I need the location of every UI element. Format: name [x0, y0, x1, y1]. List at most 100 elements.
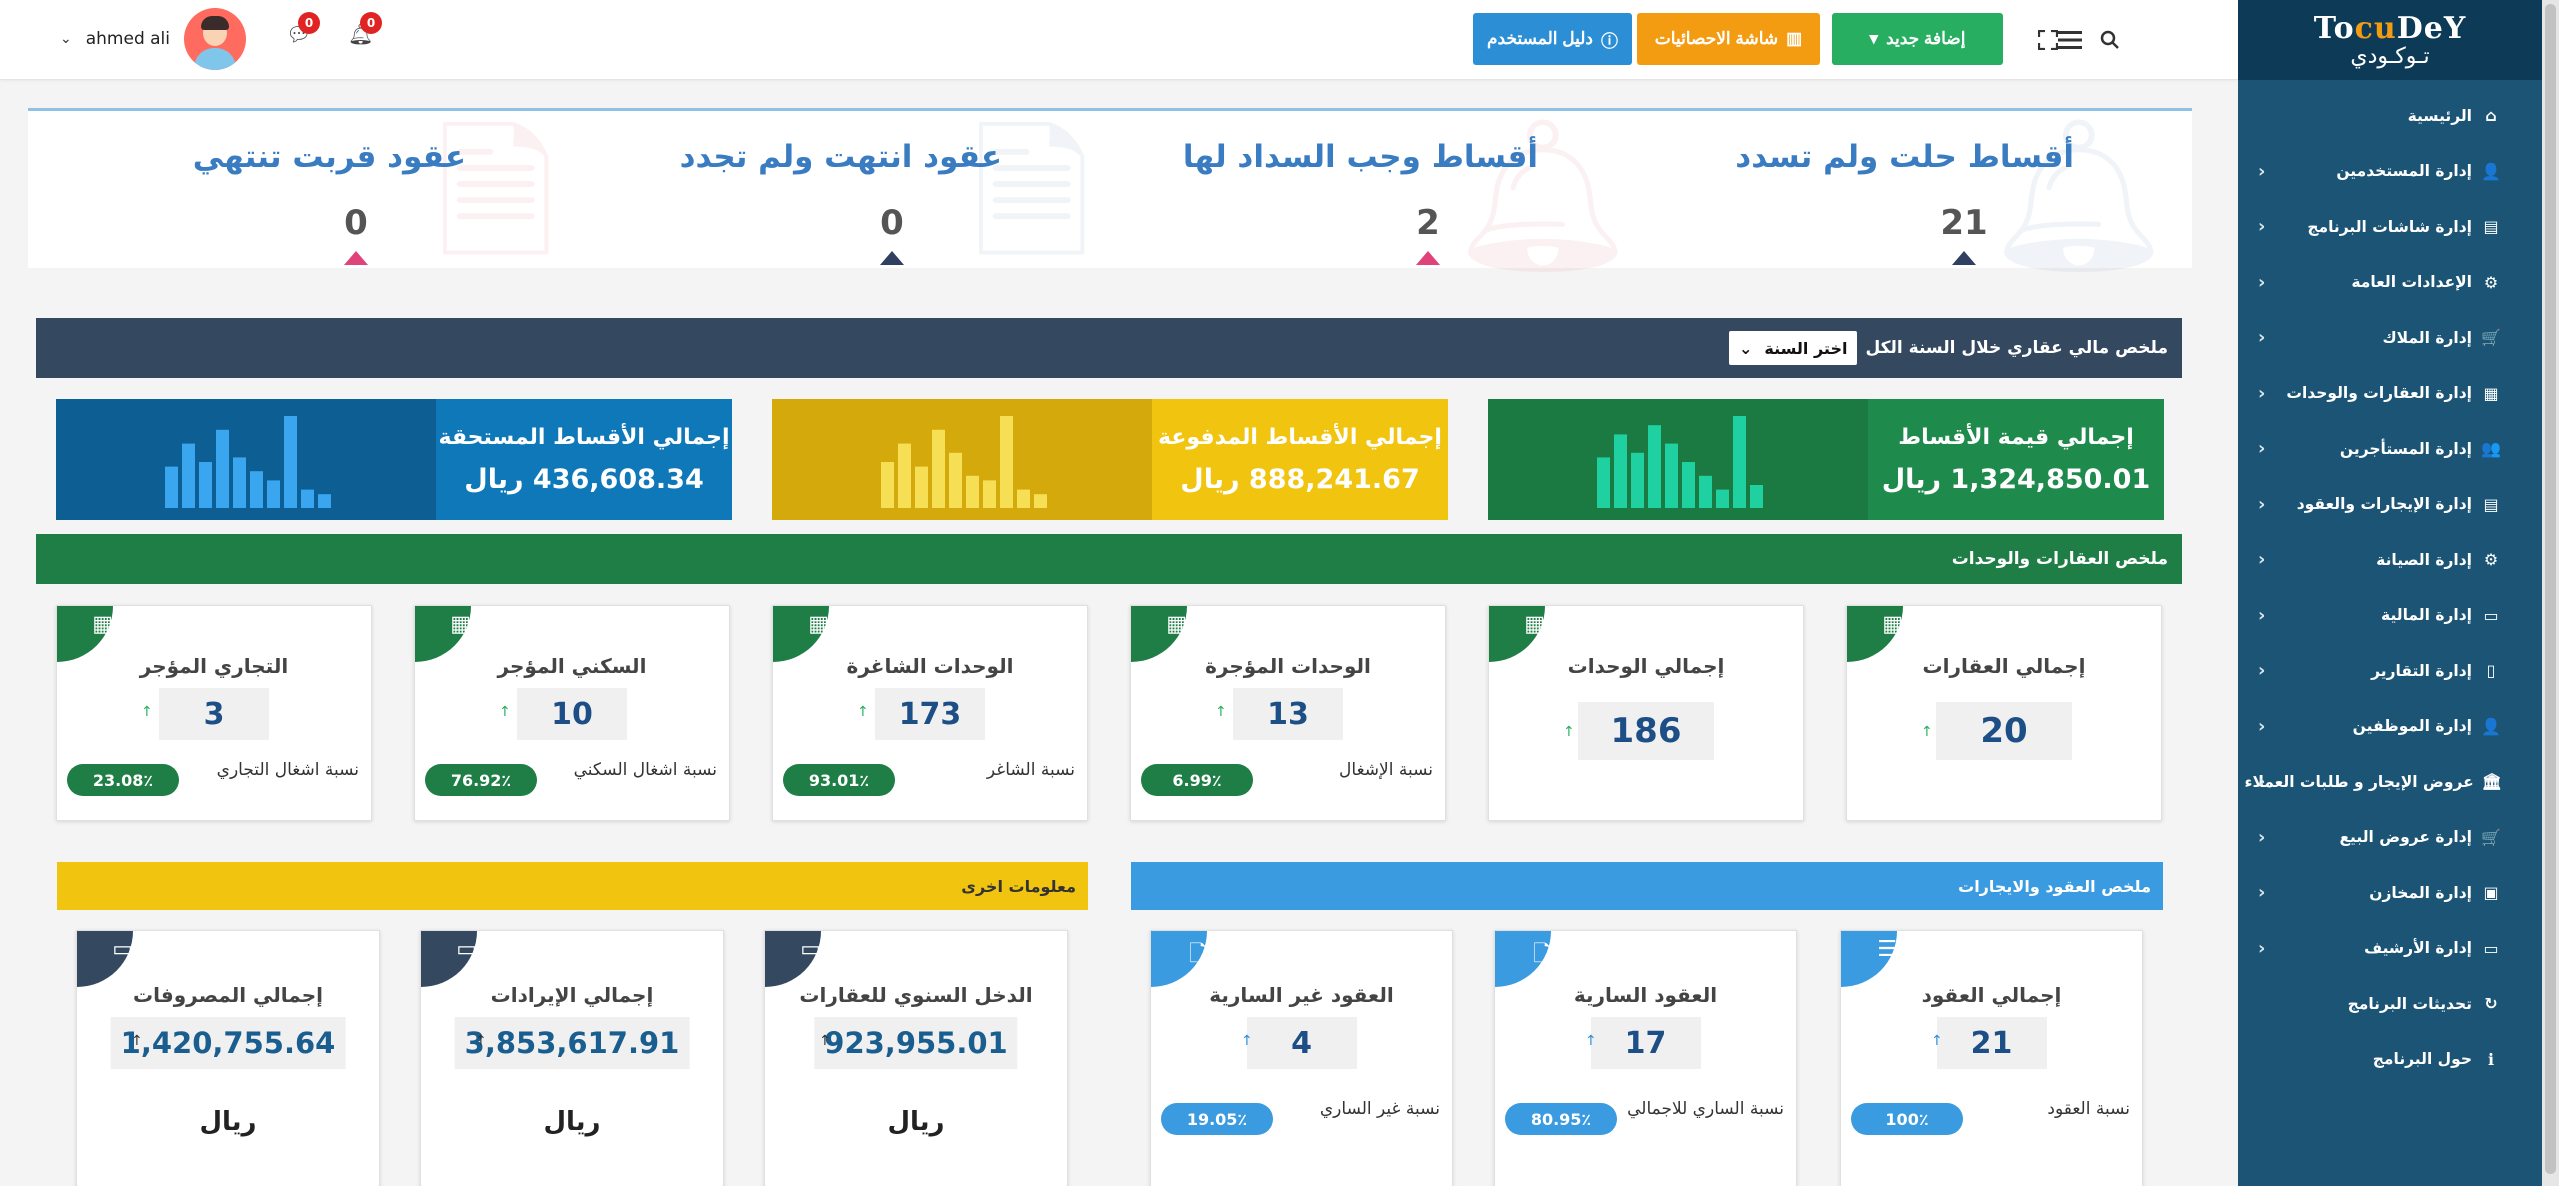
alert-indicator [1416, 251, 1440, 265]
sparkline-bar [1034, 493, 1047, 508]
sidebar-item-8[interactable]: ⚙ إدارة الصيانة ‹ [2238, 532, 2542, 588]
logo[interactable]: TocuDeY تـوكـودي [2238, 0, 2542, 80]
sidebar-item-11[interactable]: 👤 إدارة الموظفين ‹ [2238, 699, 2542, 755]
property-card-1[interactable]: ▦ إجمالي الوحدات 186 ↑ [1488, 605, 1804, 821]
sparkline-bar [1648, 424, 1661, 508]
add-new-button[interactable]: إضافة جديد ▾ [1832, 13, 2003, 65]
avatar[interactable] [184, 8, 247, 70]
alert-count: 0 [344, 203, 368, 243]
notifications-button[interactable]: 🔔︎ 0 [348, 12, 382, 46]
sidebar-item-4[interactable]: 🛒 إدارة الملاك ‹ [2238, 310, 2542, 366]
sparkline-bar [881, 461, 894, 508]
property-card-ratio-label: نسبة اشغال التجاري [216, 760, 359, 780]
alert-card-1[interactable]: 🔔︎ أقساط وجب السداد لها 2 [1112, 111, 1648, 271]
sidebar-item-label: تحديثات البرنامج [2347, 994, 2472, 1013]
financial-card-value: 888,241.67 ريال [1180, 463, 1420, 495]
property-card-title: الوحدات المؤجرة [1205, 654, 1371, 678]
user-menu[interactable]: ⌄ ahmed ali [60, 8, 247, 70]
property-card-ratio-label: نسبة الإشغال [1339, 760, 1433, 780]
property-card-value: 20 [1936, 702, 2072, 760]
money-card-value: 923,955.01 [814, 1017, 1018, 1069]
sparkline-bar [1716, 489, 1729, 508]
bar-chart-icon: ▥ [1786, 29, 1803, 48]
property-card-0[interactable]: ▦ إجمالي العقارات 20 ↑ [1846, 605, 2162, 821]
sidebar-item-2[interactable]: ▤ إدارة شاشات البرنامج ‹ [2238, 199, 2542, 255]
sparkline-bar [216, 429, 229, 508]
property-card-3[interactable]: ▦ الوحدات الشاغرة 173 ↑ نسبة الشاغر 93.01٪ [772, 605, 1088, 821]
alert-count: 21 [1940, 203, 1988, 243]
contract-card-title: العقود غير السارية [1209, 983, 1394, 1007]
money-card-1[interactable]: ▭ إجمالي الإيرادات 3,853,617.91 ↑ ريال [420, 930, 724, 1186]
financial-card-sparkline [56, 399, 436, 520]
report-icon: ▯ [2486, 661, 2496, 681]
contract-card-ratio: 19.05٪ [1161, 1103, 1273, 1135]
chevron-left-icon: ‹ [2258, 327, 2266, 349]
financial-card-1: إجمالي الأقساط المدفوعة 888,241.67 ريال [772, 399, 1448, 520]
sparkline-bar [318, 493, 331, 508]
year-select[interactable]: اختر السنة ⌄ [1728, 331, 1858, 365]
sidebar-item-17[interactable]: ℹ حول البرنامج [2238, 1032, 2542, 1088]
sidebar-item-6[interactable]: 👥 إدارة المستأجرين ‹ [2238, 421, 2542, 477]
chevron-left-icon: ‹ [2258, 882, 2266, 904]
sidebar-item-0[interactable]: ⌂ الرئيسية [2238, 88, 2542, 144]
sidebar-item-15[interactable]: ▭ إدارة الأرشيف ‹ [2238, 921, 2542, 977]
sidebar-item-label: إدارة عروض البيع [2339, 828, 2472, 847]
arrow-up-icon: ↑ [131, 1033, 143, 1049]
financial-summary-header: ملخص مالي عقاري خلال السنة الكل اختر الس… [36, 318, 2182, 378]
chevron-left-icon: ‹ [2258, 493, 2266, 515]
alert-indicator [344, 251, 368, 265]
property-card-2[interactable]: ▦ الوحدات المؤجرة 13 ↑ نسبة الإشغال 6.99٪ [1130, 605, 1446, 821]
sidebar-item-12[interactable]: 🏛 عروض الإيجار و طلبات العملاء ‹ [2238, 754, 2542, 810]
file-icon: 🗋 [1151, 931, 1207, 987]
arrow-up-icon: ↑ [1215, 704, 1227, 720]
sidebar-item-label: إدارة المخازن [2369, 883, 2472, 902]
chevron-left-icon: ‹ [2258, 604, 2266, 626]
sidebar-item-9[interactable]: ▭ إدارة المالية ‹ [2238, 588, 2542, 644]
page-scrollbar[interactable] [2542, 0, 2559, 1186]
sidebar-item-1[interactable]: 👤 إدارة المستخدمين ‹ [2238, 144, 2542, 200]
sparkline-bar [966, 475, 979, 508]
search-icon[interactable] [2092, 22, 2128, 58]
sparkline-bar [1000, 415, 1013, 508]
home-icon: ⌂ [2485, 106, 2497, 126]
money-card-0[interactable]: ▭ الدخل السنوي للعقارات 923,955.01 ↑ ريال [764, 930, 1068, 1186]
users-icon: 👥 [2481, 439, 2501, 459]
sidebar-item-10[interactable]: ▯ إدارة التقارير ‹ [2238, 643, 2542, 699]
chevron-down-icon: ⌄ [60, 31, 72, 47]
contract-card-0[interactable]: ☰ إجمالي العقود 21 ↑ نسبة العقود 100٪ [1840, 930, 2143, 1186]
contract-card-2[interactable]: 🗋 العقود غير السارية 4 ↑ نسبة غير الساري 19.0… [1150, 930, 1453, 1186]
scrollbar-thumb[interactable] [2545, 4, 2556, 1174]
fullscreen-icon-glyph[interactable] [2030, 22, 2066, 58]
financial-card-text: إجمالي قيمة الأقساط 1,324,850.01 ريال [1868, 399, 2164, 520]
sparkline-bar [284, 415, 297, 508]
property-card-ratio: 93.01٪ [783, 764, 895, 796]
sidebar-item-16[interactable]: ↻ تحديثات البرنامج [2238, 976, 2542, 1032]
alert-card-3[interactable]: 🗎 عقود قربت تنتهي 0 [40, 111, 576, 271]
money-card-title: الدخل السنوي للعقارات [799, 983, 1033, 1007]
alert-card-0[interactable]: 🔔︎ أقساط حلت ولم تسدد 21 [1648, 111, 2184, 271]
property-card-4[interactable]: ▦ السكني المؤجر 10 ↑ نسبة اشغال السكني 76.92٪ [414, 605, 730, 821]
sparkline-bar [250, 470, 263, 508]
messages-button[interactable]: 💬︎ 0 [286, 12, 320, 46]
money-card-2[interactable]: ▭ إجمالي المصروفات 1,420,755.64 ↑ ريال [76, 930, 380, 1186]
archive-icon: ▭ [2483, 938, 2499, 958]
arrow-up-icon: ↑ [819, 1033, 831, 1049]
sparkline-bar [182, 443, 195, 508]
year-select-value: اختر السنة [1764, 338, 1848, 358]
contract-card-title: إجمالي العقود [1921, 983, 2062, 1007]
sidebar-item-5[interactable]: ▦ إدارة العقارات والوحدات ‹ [2238, 366, 2542, 422]
user-guide-button[interactable]: ⓘ دليل المستخدم [1473, 13, 1632, 65]
sidebar-item-label: إدارة الأرشيف [2364, 939, 2472, 958]
sidebar-item-3[interactable]: ⚙ الإعدادات العامة ‹ [2238, 255, 2542, 311]
property-card-5[interactable]: ▦ التجاري المؤجر 3 ↑ نسبة اشغال التجاري 23.08… [56, 605, 372, 821]
contract-card-1[interactable]: 🗋 العقود السارية 17 ↑ نسبة الساري للاجمالي 80… [1494, 930, 1797, 1186]
alert-card-2[interactable]: 🗎 عقود انتهت ولم تجدد 0 [576, 111, 1112, 271]
sidebar-item-14[interactable]: ▣ إدارة المخازن ‹ [2238, 865, 2542, 921]
statistics-screen-button[interactable]: ▥ شاشة الاحصائيات [1637, 13, 1820, 65]
chevron-left-icon: ‹ [2258, 549, 2266, 571]
sidebar-item-13[interactable]: 🛒 إدارة عروض البيع ‹ [2238, 810, 2542, 866]
contract-card-ratio: 100٪ [1851, 1103, 1963, 1135]
sparkline-bar [165, 466, 178, 508]
money-card-title: إجمالي الإيرادات [490, 983, 654, 1007]
sidebar-item-7[interactable]: ▤ إدارة الإيجارات والعقود ‹ [2238, 477, 2542, 533]
